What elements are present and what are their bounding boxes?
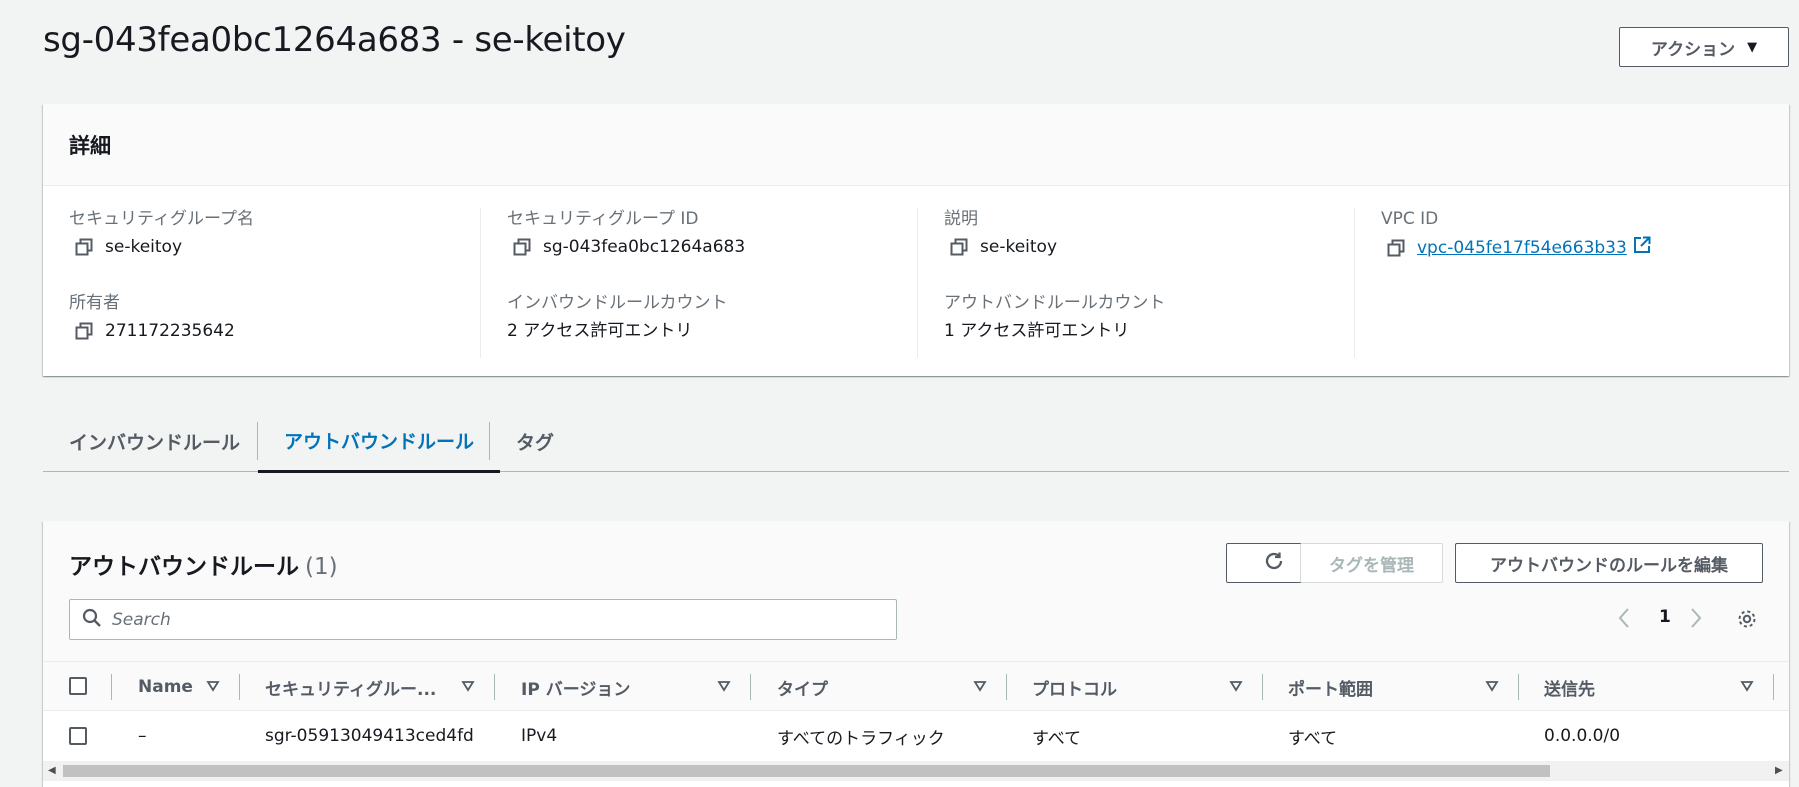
description-value: se-keitoy [980,237,1057,257]
sort-caret-icon[interactable] [973,679,987,693]
copy-icon[interactable] [75,322,93,340]
sg-id-label: セキュリティグループ ID [507,209,699,229]
column-divider [1518,674,1519,700]
column-header-type[interactable]: タイプ [777,662,828,712]
sg-id-value: sg-043fea0bc1264a683 [543,237,746,257]
details-column-4: VPC ID vpc-045fe17f54e663b33 [1354,208,1789,358]
sort-caret-icon[interactable] [461,679,475,693]
search-input[interactable] [112,609,872,630]
column-divider [239,674,240,700]
row-select-checkbox[interactable] [69,727,87,745]
copy-icon[interactable] [75,238,93,256]
cell-ip-version: IPv4 [521,726,558,746]
column-header-port-range[interactable]: ポート範囲 [1288,662,1373,712]
sg-name-value: se-keitoy [105,237,182,257]
outbound-rules-panel: アウトバウンドルール(1) タグを管理 アウトバウンドのルールを編集 1 [43,521,1789,787]
cell-sg-rule-id: sgr-05913049413ced4fd [265,726,474,746]
caret-down-icon: ▼ [1747,39,1758,55]
refresh-icon [1263,550,1285,577]
vpc-id-label: VPC ID [1381,209,1439,229]
column-divider [1773,674,1774,700]
outbound-count-label: アウトバンドルールカウント [944,293,1166,313]
column-header-destination[interactable]: 送信先 [1544,662,1595,712]
outbound-rules-count: (1) [305,554,338,580]
tab-bar: インバウンドルール アウトバウンドルール タグ [43,410,1789,473]
next-page-icon[interactable] [1689,607,1703,633]
owner-value: 271172235642 [105,321,235,341]
column-divider [1006,674,1007,700]
sg-name-label: セキュリティグループ名 [69,209,254,229]
cell-type: すべてのトラフィック [777,728,945,749]
column-header-sg-rule-id[interactable]: セキュリティグルー... [265,662,436,712]
table-row[interactable]: – sgr-05913049413ced4fd IPv4 すべてのトラフィック … [43,711,1789,761]
tab-inbound-rules[interactable]: インバウンドルール [43,410,266,472]
vpc-id-link[interactable]: vpc-045fe17f54e663b33 [1417,237,1627,259]
column-header-ip-version[interactable]: IP バージョン [521,662,630,712]
actions-dropdown-button[interactable]: アクション ▼ [1619,27,1789,67]
copy-icon[interactable] [950,238,968,256]
details-panel: 詳細 セキュリティグループ名 se-keitoy 所有者 27117223564… [43,104,1789,376]
tab-tags[interactable]: タグ [490,410,580,472]
column-divider [494,674,495,700]
scroll-right-arrow-icon[interactable]: ▶ [1775,765,1783,776]
column-divider [111,674,112,700]
edit-outbound-rules-button[interactable]: アウトバウンドのルールを編集 [1455,543,1763,583]
column-divider [750,674,751,700]
cell-port-range: すべて [1288,728,1338,749]
actions-label: アクション [1650,39,1736,60]
inbound-count-label: インバウンドルールカウント [507,293,728,313]
owner-label: 所有者 [69,293,120,313]
cell-name: – [138,726,147,746]
cell-destination: 0.0.0.0/0 [1544,726,1621,746]
search-icon [82,608,102,632]
description-label: 説明 [944,209,978,229]
manage-tags-button[interactable]: タグを管理 [1300,543,1443,583]
select-all-checkbox[interactable] [69,677,87,695]
vpc-id-value: vpc-045fe17f54e663b33 [1417,238,1627,258]
column-divider [1262,674,1263,700]
settings-gear-icon[interactable] [1736,608,1758,634]
search-box [69,599,897,640]
tab-outbound-rules[interactable]: アウトバウンドルール [258,410,501,473]
scrollbar-thumb[interactable] [63,765,1550,777]
cell-protocol: すべて [1032,728,1082,749]
sort-caret-icon[interactable] [717,679,731,693]
details-column-2: セキュリティグループ ID sg-043fea0bc1264a683 インバウン… [480,208,917,358]
horizontal-scrollbar[interactable]: ◀ ▶ [43,761,1789,781]
outbound-count-value: 1 アクセス許可エントリ [944,321,1130,341]
details-column-3: 説明 se-keitoy アウトバンドルールカウント 1 アクセス許可エントリ [917,208,1354,358]
page-number[interactable]: 1 [1659,607,1671,627]
sort-caret-icon[interactable] [1485,679,1499,693]
external-link-icon[interactable] [1633,236,1651,260]
sort-caret-icon[interactable] [1229,679,1243,693]
page-title: sg-043fea0bc1264a683 - se-keitoy [43,20,626,60]
outbound-rules-heading: アウトバウンドルール (1) [69,547,338,581]
sort-caret-icon[interactable] [206,679,220,693]
sort-caret-icon[interactable] [1740,679,1754,693]
previous-page-icon[interactable] [1617,607,1631,633]
outbound-rules-title: アウトバウンドルール [69,554,299,580]
column-header-protocol[interactable]: プロトコル [1032,662,1117,712]
details-heading: 詳細 [43,104,1789,186]
scroll-left-arrow-icon[interactable]: ◀ [48,765,56,776]
details-column-1: セキュリティグループ名 se-keitoy 所有者 271172235642 [43,208,480,358]
copy-icon[interactable] [513,238,531,256]
inbound-count-value: 2 アクセス許可エントリ [507,321,693,341]
copy-icon[interactable] [1387,239,1405,257]
table-header: Name セキュリティグルー... IP バージョン タイプ プロトコル ポート… [43,661,1789,711]
column-header-name[interactable]: Name [138,662,193,712]
